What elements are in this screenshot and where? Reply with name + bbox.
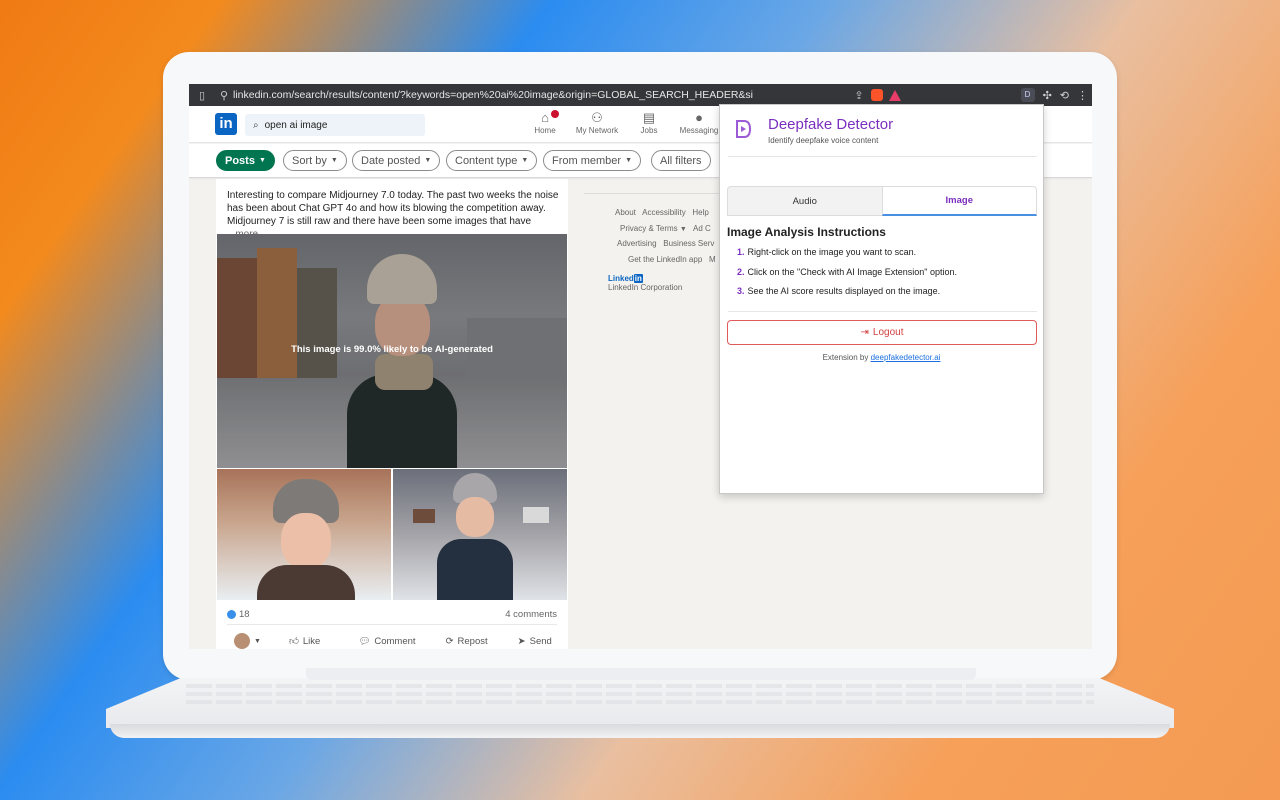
nav-my-network[interactable]: ⚇ My Network	[573, 110, 621, 135]
caret-down-icon: ▼	[625, 157, 632, 164]
laptop-base	[106, 668, 1174, 744]
deepfake-detector-popup: Deepfake Detector Identify deepfake voic…	[719, 104, 1044, 494]
menu-icon[interactable]: ⋮	[1077, 89, 1088, 102]
nav-messaging[interactable]: ● Messaging	[679, 110, 719, 135]
footer-advertising[interactable]: Advertising	[617, 239, 657, 248]
footer-more[interactable]: M	[709, 255, 716, 264]
footer-about[interactable]: About	[615, 208, 636, 217]
footer-business-services[interactable]: Business Serv	[663, 239, 714, 248]
nav-home[interactable]: ⌂ Home	[529, 110, 561, 135]
nav-jobs[interactable]: ▤ Jobs	[635, 110, 663, 135]
footer-corp: LinkedIn Corporation	[608, 283, 683, 292]
linkedin-wordmark: Linkedin	[608, 274, 643, 283]
footer-get-app[interactable]: Get the LinkedIn app	[628, 255, 702, 264]
footer-divider	[584, 193, 724, 194]
filter-sort-by[interactable]: Sort by ▼	[283, 150, 347, 171]
avatar	[234, 633, 250, 649]
search-input[interactable]: ⌕ open ai image	[245, 114, 425, 136]
caret-down-icon: ▼	[254, 637, 261, 645]
ai-score-label: This image is 99.0% likely to be AI-gene…	[291, 344, 493, 355]
notification-dot	[551, 110, 559, 118]
divider	[728, 311, 1037, 312]
post-thumbnail-left[interactable]	[217, 469, 391, 600]
list-item: 1. Right-click on the image you want to s…	[737, 247, 917, 257]
popup-title: Deepfake Detector	[768, 116, 894, 133]
divider	[728, 156, 1037, 157]
send-icon: ➤	[517, 635, 526, 647]
sync-icon[interactable]: ⟲	[1060, 89, 1069, 102]
briefcase-icon: ▤	[642, 110, 656, 125]
instructions-heading: Image Analysis Instructions	[727, 225, 886, 239]
url-text[interactable]: linkedin.com/search/results/content/?key…	[233, 89, 753, 101]
deepfakedetector-link[interactable]: deepfakedetector.ai	[871, 353, 941, 362]
site-settings-icon[interactable]: ⚲	[215, 89, 233, 102]
like-button[interactable]: 👍︎ Like	[288, 635, 320, 648]
caret-down-icon: ▼	[424, 157, 432, 164]
popup-tabs: Audio Image	[727, 186, 1037, 216]
caret-down-icon: ▼	[521, 157, 529, 164]
filter-from-member[interactable]: From member ▼	[543, 150, 641, 171]
chat-icon: ●	[695, 110, 703, 125]
deepfake-logo-icon	[736, 120, 752, 138]
actor-switcher[interactable]: ▼	[234, 633, 261, 649]
reaction-summary[interactable]: 18	[227, 609, 250, 620]
share-icon[interactable]: ⇪	[853, 89, 865, 102]
filter-content-type[interactable]: Content type ▼	[446, 150, 538, 171]
comment-icon: 💬︎	[358, 635, 371, 647]
search-icon: ⌕	[253, 119, 259, 131]
network-icon: ⚇	[591, 110, 603, 125]
like-reaction-icon	[227, 610, 236, 619]
send-button[interactable]: ➤ Send	[518, 636, 552, 647]
repost-button[interactable]: ⟳ Repost	[446, 636, 488, 647]
linkedin-logo[interactable]: in	[215, 113, 237, 135]
list-item: 3. See the AI score results displayed on …	[737, 286, 941, 296]
repost-icon: ⟳	[445, 635, 454, 647]
search-value: open ai image	[264, 119, 328, 131]
footer-privacy-terms[interactable]: Privacy & Terms	[620, 224, 678, 233]
caret-down-icon: ▼	[258, 157, 266, 164]
thumbs-up-icon: 👍︎	[288, 636, 299, 647]
filter-posts[interactable]: Posts ▼	[216, 150, 275, 171]
footer-accessibility[interactable]: Accessibility	[642, 208, 686, 217]
caret-down-icon: ▼	[330, 157, 338, 164]
brave-shield-icon[interactable]	[871, 89, 883, 101]
filter-all-filters[interactable]: All filters	[651, 150, 711, 171]
footer-ad-choices[interactable]: Ad C	[693, 224, 711, 233]
bookmark-icon[interactable]: ▯	[189, 89, 215, 102]
deepfake-extension-icon[interactable]: D	[1020, 88, 1035, 102]
comment-button[interactable]: 💬︎ Comment	[358, 636, 415, 647]
comments-count[interactable]: 4 comments	[505, 609, 557, 620]
filter-date-posted[interactable]: Date posted ▼	[352, 150, 441, 171]
popup-subtitle: Identify deepfake voice content	[768, 136, 879, 145]
logout-icon: ⇥	[860, 327, 869, 338]
post-actions: ▼ 👍︎ Like 💬︎ Comment ⟳ Repost ➤ Send	[216, 633, 568, 649]
divider	[227, 624, 557, 625]
feed-post: Interesting to compare Midjourney 7.0 to…	[216, 179, 568, 649]
instructions-list: 1. Right-click on the image you want to s…	[737, 247, 957, 306]
logout-button[interactable]: ⇥ Logout	[727, 320, 1037, 345]
footer-help[interactable]: Help	[692, 208, 708, 217]
post-thumbnail-right[interactable]	[393, 469, 567, 600]
tab-image[interactable]: Image	[881, 186, 1037, 216]
list-item: 2. Click on the "Check with AI Image Exte…	[737, 266, 958, 277]
extensions-icon[interactable]: ✣	[1043, 89, 1052, 102]
caret-down-icon: ▼	[679, 226, 687, 233]
popup-footer: Extension by deepfakedetector.ai	[822, 353, 941, 362]
address-bar: ▯ ⚲ linkedin.com/search/results/content/…	[189, 84, 1092, 106]
post-main-image[interactable]: This image is 99.0% likely to be AI-gene…	[217, 234, 567, 468]
brave-rewards-icon[interactable]	[889, 89, 901, 101]
tab-audio[interactable]: Audio	[727, 186, 882, 216]
